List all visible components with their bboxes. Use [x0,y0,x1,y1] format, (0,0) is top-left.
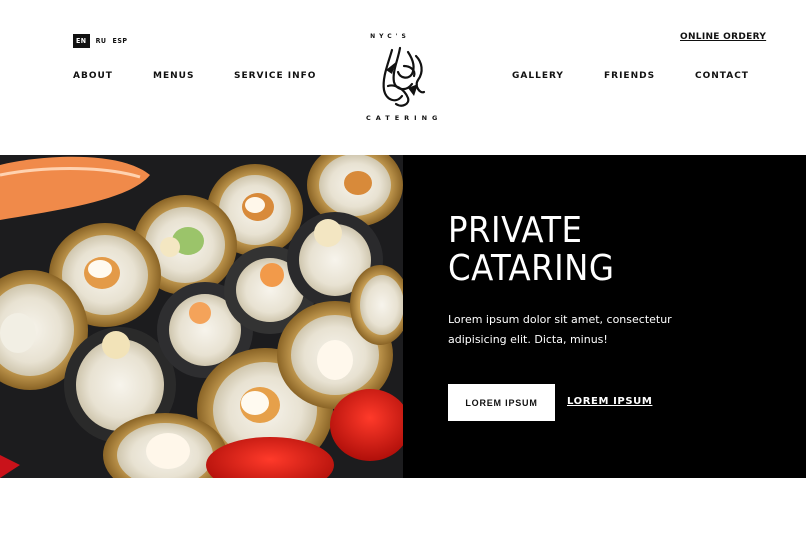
hero-title: PRIVATE CATARING [448,212,614,288]
nav-menus[interactable]: MENUS [153,71,194,81]
hero-secondary-link[interactable]: LOREM IPSUM [567,396,652,407]
sushi-illustration [0,155,403,478]
language-en[interactable]: EN [73,34,90,48]
online-order-link[interactable]: ONLINE ORDERY [680,32,766,42]
hero-primary-button[interactable]: LOREM IPSUM [448,384,555,421]
language-esp[interactable]: ESP [113,37,128,45]
nav-friends[interactable]: FRIENDS [604,71,655,81]
language-ru[interactable]: RU [96,37,107,45]
nav-service-info[interactable]: SERVICE INFO [234,71,316,81]
nav-contact[interactable]: CONTACT [695,71,749,81]
nav-gallery[interactable]: GALLERY [512,71,564,81]
logo-bottom-text: CATERING [366,114,443,122]
hero-image [0,155,403,478]
hero-description: Lorem ipsum dolor sit amet, consectetur … [448,313,672,346]
language-switcher: EN RU ESP [73,34,128,48]
nav-about[interactable]: ABOUT [73,71,113,81]
hero-title-line-2: CATARING [448,248,615,289]
hero-title-line-1: PRIVATE [448,210,583,251]
logo-top-text: NYC'S [370,33,410,40]
logo-icon[interactable] [378,44,428,110]
